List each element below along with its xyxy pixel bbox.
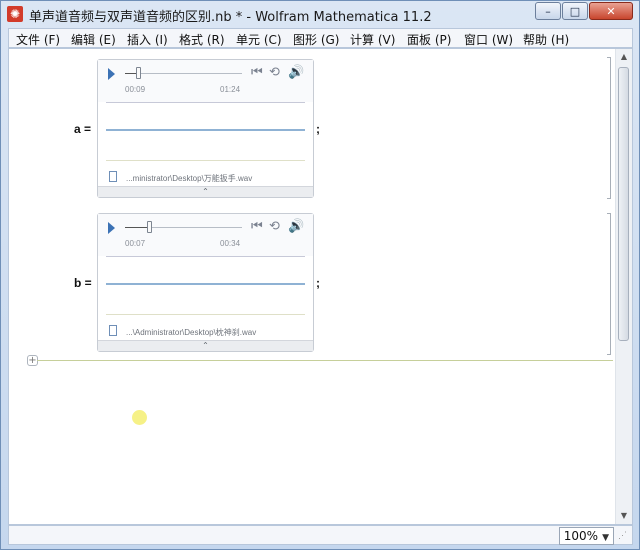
file-icon [109,171,117,182]
seek-progress [125,227,150,228]
cell-a-label: a = [74,122,92,136]
minimize-button[interactable]: – [535,2,561,20]
audio-controls: ⏮ ⟲ 🔊 00:09 01:24 [98,60,313,102]
skip-back-icon[interactable]: ⏮ [251,219,263,234]
waveform-border-bottom [106,160,305,161]
waveform-border-top [106,102,305,103]
file-icon [109,325,117,336]
audio-file-path: ...ministrator\Desktop\万能扳手.wav [126,174,253,183]
cell-insertion-line [37,360,613,361]
menu-cell[interactable]: 单元 (C) [236,31,282,48]
seek-handle[interactable] [147,221,153,233]
seek-handle[interactable] [135,67,141,79]
play-icon[interactable] [108,68,115,80]
cell-b-label: b = [74,276,92,290]
menu-edit[interactable]: 编辑 (E) [71,31,116,48]
title-bar[interactable]: ✺ 单声道音频与双声道音频的区别.nb * - Wolfram Mathemat… [1,1,639,27]
waveform-border-top [106,256,305,257]
audio-file-path: ...\Administrator\Desktop\枕神刹.wav [126,328,257,337]
scroll-thumb[interactable] [618,67,629,341]
skip-back-icon[interactable]: ⏮ [251,65,263,80]
duration: 01:24 [220,85,241,94]
close-button[interactable]: ✕ [589,2,633,20]
current-time: 00:09 [125,85,146,94]
resize-grip-icon[interactable]: ⋰ [618,529,630,541]
duration: 00:34 [220,239,241,248]
menu-window[interactable]: 窗口 (W) [464,31,513,48]
menu-evaluation[interactable]: 计算 (V) [350,31,395,48]
cell-a-semicolon: ; [316,122,320,136]
vertical-scrollbar[interactable]: ▲ ▼ [615,49,632,524]
menu-help[interactable]: 帮助 (H) [523,31,569,48]
waveform-border-bottom [106,314,305,315]
waveform [106,283,305,285]
notebook-area[interactable]: a = ⏮ ⟲ 🔊 00:09 01:24 ...ministrator\Des… [8,48,633,525]
audio-player-a[interactable]: ⏮ ⟲ 🔊 00:09 01:24 ...ministrator\Desktop… [97,59,314,198]
window-controls: – □ ✕ [534,2,633,20]
loop-icon[interactable]: ⟲ [269,219,280,234]
window-title: 单声道音频与双声道音频的区别.nb * - Wolfram Mathematic… [29,10,432,25]
loop-icon[interactable]: ⟲ [269,65,280,80]
zoom-selector[interactable]: 100% ▼ [558,527,614,545]
menu-palettes[interactable]: 面板 (P) [407,31,451,48]
menu-bar: 文件 (F) 编辑 (E) 插入 (I) 格式 (R) 单元 (C) 图形 (G… [8,28,633,48]
volume-icon[interactable]: 🔊 [288,219,304,234]
menu-graphics[interactable]: 图形 (G) [293,31,339,48]
mouse-cursor-highlight [132,410,147,425]
collapse-toggle[interactable]: ⌃ [98,340,313,351]
audio-player-b[interactable]: ⏮ ⟲ 🔊 00:07 00:34 ...\Administrator\Desk… [97,213,314,352]
mathematica-logo-icon: ✺ [7,6,23,22]
scroll-down-arrow-icon[interactable]: ▼ [616,508,632,524]
cell-bracket-b[interactable] [607,213,611,355]
scroll-up-arrow-icon[interactable]: ▲ [616,49,632,65]
menu-file[interactable]: 文件 (F) [16,31,60,48]
cell-b-semicolon: ; [316,276,320,290]
mathematica-window: ✺ 单声道音频与双声道音频的区别.nb * - Wolfram Mathemat… [0,0,640,550]
zoom-level: 100% [563,529,599,543]
cell-bracket-a[interactable] [607,57,611,199]
audio-controls: ⏮ ⟲ 🔊 00:07 00:34 [98,214,313,256]
seek-slider[interactable] [125,73,242,74]
current-time: 00:07 [125,239,146,248]
collapse-toggle[interactable]: ⌃ [98,186,313,197]
menu-insert[interactable]: 插入 (I) [127,31,168,48]
volume-icon[interactable]: 🔊 [288,65,304,80]
menu-format[interactable]: 格式 (R) [179,31,225,48]
status-bar: 100% ▼ ⋰ [8,525,633,545]
seek-slider[interactable] [125,227,242,228]
chevron-down-icon: ▼ [602,533,609,543]
play-icon[interactable] [108,222,115,234]
maximize-button[interactable]: □ [562,2,588,20]
waveform [106,129,305,131]
